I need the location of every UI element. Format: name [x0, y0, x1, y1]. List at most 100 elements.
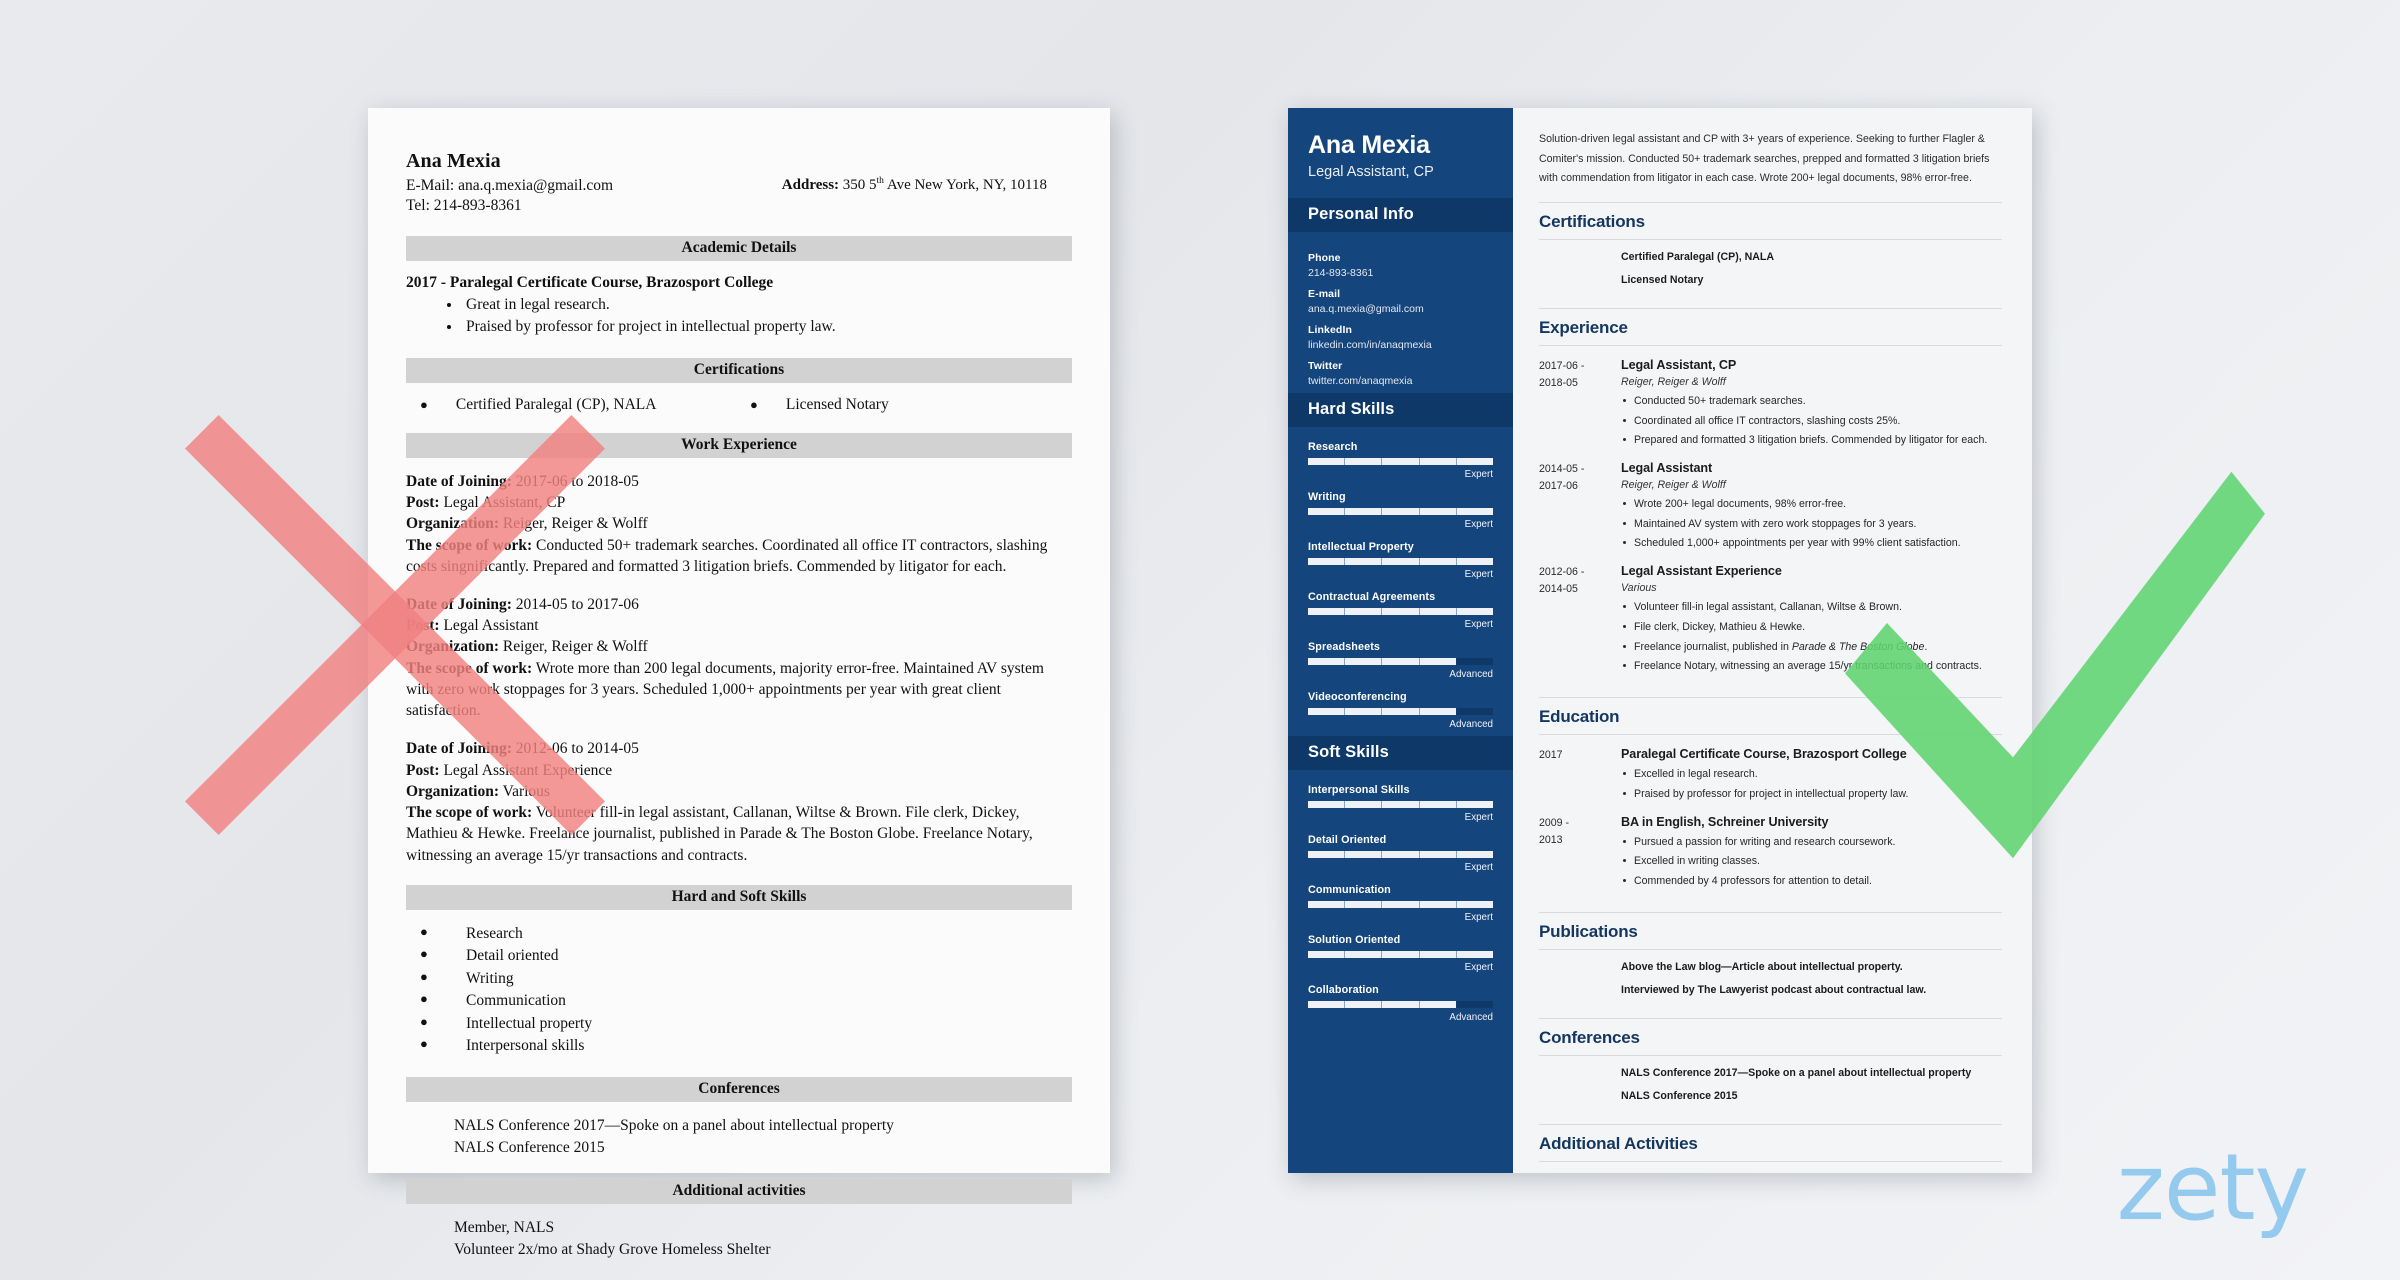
list-item: Excelled in writing classes. — [1621, 853, 2002, 870]
bad-skill-label: Research — [466, 924, 523, 942]
bad-job-entry: Date of Joining: 2012-06 to 2014-05 Post… — [406, 738, 1072, 865]
bad-job-scope-label: The scope of work: — [406, 804, 533, 822]
list-item: ● Interpersonal skills — [420, 1035, 1072, 1057]
main-heading-education: Education — [1539, 697, 2002, 736]
bad-job-entry: Date of Joining: 2014-05 to 2017-06 Post… — [406, 594, 1072, 721]
list-item: Maintained AV system with zero work stop… — [1621, 516, 2002, 533]
list-item: ● Intellectual property — [420, 1013, 1072, 1035]
bullet-dot-icon: ● — [420, 968, 428, 984]
skill-name: Videoconferencing — [1308, 691, 1407, 704]
good-resume-page: Ana Mexia Legal Assistant, CP Personal I… — [1288, 108, 2032, 1173]
list-item: Certified Paralegal (CP), NALA — [1621, 250, 1775, 263]
skill-progress-track — [1308, 901, 1493, 909]
timeline-entry: 2009 -2013 BA in English, Schreiner Unive… — [1539, 815, 2002, 890]
list-item: Volunteer fill-in legal assistant, Calla… — [1621, 599, 2002, 616]
timeline-entry: 2017 Paralegal Certificate Course, Brazos… — [1539, 747, 2002, 802]
bad-skill-label: Writing — [466, 969, 514, 987]
bad-resume-page: Ana Mexia E-Mail: ana.q.mexia@gmail.com … — [368, 108, 1110, 1258]
skill-level-label: Expert — [1464, 912, 1493, 924]
entry-organization: Reiger, Reiger & Wolff — [1621, 375, 1726, 388]
list-item: ● Writing — [420, 968, 1072, 990]
bad-resume-address: Address: 350 5th Ave New York, NY, 10118 — [782, 176, 1047, 194]
skill-tick-marks — [1308, 658, 1493, 666]
main-heading-publications: Publications — [1539, 911, 2002, 950]
personal-info-value: 214-893-8361 — [1308, 267, 1374, 280]
bad-job-org-label: Organization: — [406, 638, 499, 656]
skill-item: Solution Oriented Expert — [1308, 934, 1493, 973]
entry-body: Legal Assistant, CP Reiger, Reiger & Wolf… — [1621, 358, 2002, 449]
bad-education-title: 2017 - Paralegal Certificate Course, Bra… — [406, 273, 774, 291]
entry-organization: Various — [1621, 582, 1657, 595]
bad-certification-item: ● Licensed Notary — [750, 396, 889, 414]
list-item: Interviewed by The Lawyerist podcast abo… — [1621, 983, 1927, 996]
experience-list: 2017-06 -2018-05 Legal Assistant, CP Reige… — [1539, 358, 2002, 686]
skill-progress-track — [1308, 801, 1493, 809]
bad-skill-label: Intellectual property — [466, 1014, 593, 1032]
bad-section-additional: Additional activities — [406, 1178, 1072, 1204]
entry-date: 2017-06 -2018-05 — [1539, 359, 1585, 389]
bad-resume-name: Ana Mexia — [406, 150, 501, 172]
bullet-dot-icon: ● — [420, 396, 428, 412]
skill-name: Intellectual Property — [1308, 541, 1414, 554]
bad-job-date-label: Date of Joining: — [406, 596, 512, 614]
bullet-dot-icon: ● — [420, 991, 428, 1007]
entry-bullet-list: Wrote 200+ legal documents, 98% error-fr… — [1621, 496, 2002, 552]
entry-date: 2012-06 -2014-05 — [1539, 566, 1585, 596]
skill-name: Detail Oriented — [1308, 834, 1387, 847]
entry-organization: Reiger, Reiger & Wolff — [1621, 478, 1726, 491]
personal-info-label: E-mail — [1308, 288, 1341, 301]
entry-date: 2009 -2013 — [1539, 816, 1570, 846]
bad-job-post-label: Post: — [406, 617, 440, 635]
skill-item: Spreadsheets Advanced — [1308, 641, 1493, 680]
list-item: Above the Law blog—Article about intelle… — [1621, 960, 1903, 973]
bad-section-academic: Academic Details — [406, 235, 1072, 261]
good-resume-name: Ana Mexia — [1308, 131, 1430, 159]
list-item: Coordinated all office IT contractors, s… — [1621, 413, 2002, 430]
bad-certification-item: ● Certified Paralegal (CP), NALA — [420, 396, 750, 414]
skill-name: Solution Oriented — [1308, 934, 1401, 947]
bad-conferences-list: NALS Conference 2017—Spoke on a panel ab… — [454, 1115, 1072, 1160]
list-item: NALS Conference 2015 — [1621, 1089, 1738, 1102]
bad-job-org-label: Organization: — [406, 782, 499, 800]
bad-job-post-value: Legal Assistant — [439, 617, 539, 635]
skill-tick-marks — [1308, 608, 1493, 616]
entry-body: BA in English, Schreiner University Pursu… — [1621, 815, 2002, 890]
skill-name: Spreadsheets — [1308, 641, 1381, 654]
entry-bullet-list: Volunteer fill-in legal assistant, Calla… — [1621, 599, 2002, 675]
bad-section-skills: Hard and Soft Skills — [406, 884, 1072, 910]
entry-body: Legal Assistant Reiger, Reiger & Wolff Wro… — [1621, 461, 2002, 552]
skill-level-label: Expert — [1464, 569, 1493, 581]
skill-item: Detail Oriented Expert — [1308, 834, 1493, 873]
bad-job-org-value: Reiger, Reiger & Wolff — [499, 515, 648, 533]
skill-item: Communication Expert — [1308, 884, 1493, 923]
bad-resume-phone: Tel: 214-893-8361 — [406, 197, 522, 215]
entry-title: Paralegal Certificate Course, Brazosport… — [1621, 747, 1907, 762]
bad-job-org-label: Organization: — [406, 515, 499, 533]
bad-education-list: Great in legal research. Praised by prof… — [462, 294, 1072, 339]
entry-title: Legal Assistant — [1621, 460, 1713, 475]
skill-tick-marks — [1308, 508, 1493, 516]
personal-info-value: twitter.com/anaqmexia — [1308, 375, 1413, 388]
good-resume-role: Legal Assistant, CP — [1308, 164, 1434, 181]
bad-job-date-label: Date of Joining: — [406, 740, 512, 758]
bad-job-date-value: 2014-05 to 2017-06 — [511, 596, 639, 614]
bad-job-scope-label: The scope of work: — [406, 659, 533, 677]
list-item: Freelance Notary, witnessing an average … — [1621, 658, 2002, 675]
skill-item: Videoconferencing Advanced — [1308, 691, 1493, 730]
skill-progress-track — [1308, 708, 1493, 716]
skill-level-label: Expert — [1464, 862, 1493, 874]
bad-address-label: Address: — [781, 177, 840, 193]
skill-level-label: Advanced — [1449, 719, 1493, 731]
bad-resume-header: Ana Mexia E-Mail: ana.q.mexia@gmail.com … — [406, 150, 1072, 217]
bad-skill-label: Interpersonal skills — [466, 1037, 585, 1055]
skill-level-label: Expert — [1464, 519, 1493, 531]
skill-tick-marks — [1308, 458, 1493, 466]
skill-name: Contractual Agreements — [1308, 591, 1436, 604]
main-heading-additional: Additional Activities — [1539, 1123, 2002, 1162]
skill-item: Collaboration Advanced — [1308, 984, 1493, 1023]
bad-skill-label: Detail oriented — [466, 947, 559, 965]
skill-progress-track — [1308, 658, 1493, 666]
list-item: Licensed Notary — [1621, 273, 1704, 286]
sidebar-heading-hard-skills: Hard Skills — [1288, 393, 1513, 428]
bullet-dot-icon: ● — [420, 946, 428, 962]
